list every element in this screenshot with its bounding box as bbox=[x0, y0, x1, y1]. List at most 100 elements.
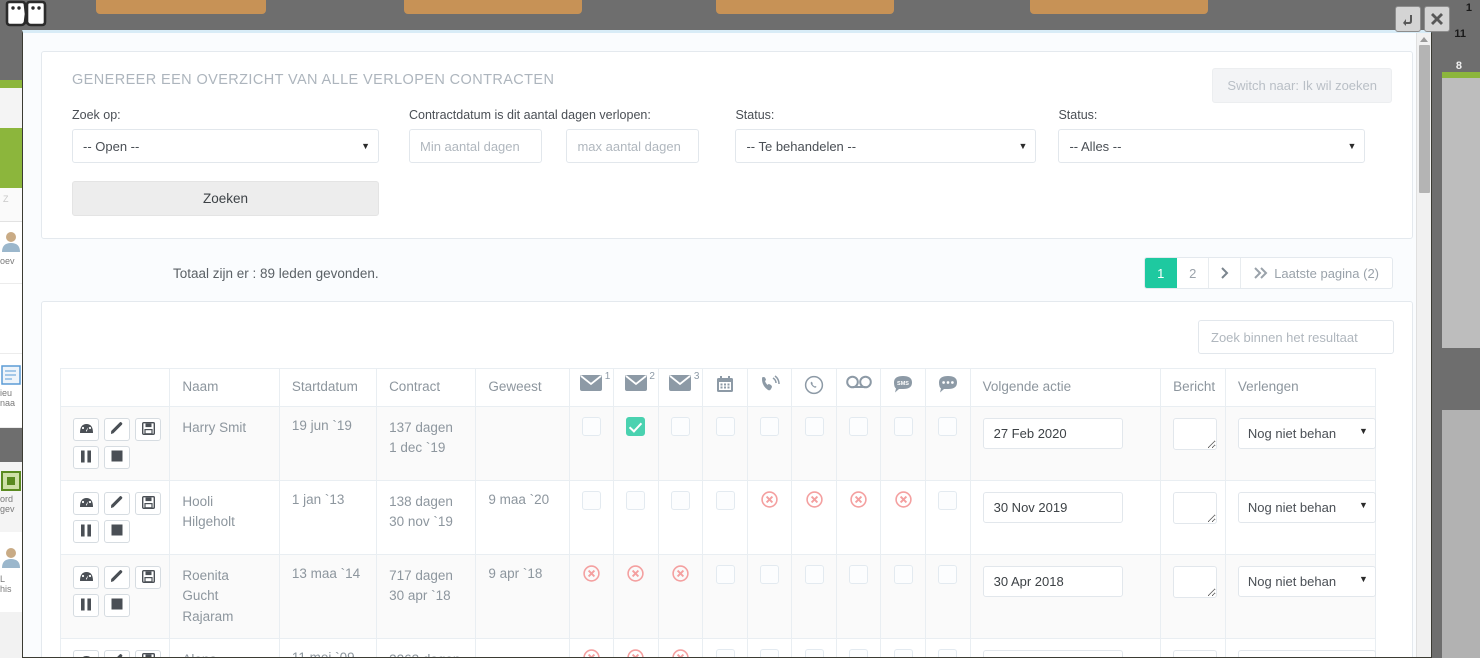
scrollbar-thumb[interactable] bbox=[1418, 45, 1430, 193]
cell-voicemail bbox=[835, 480, 882, 555]
close-button[interactable] bbox=[1424, 6, 1450, 32]
pencil-edit-button[interactable] bbox=[104, 649, 130, 657]
checkbox-whatsapp[interactable] bbox=[804, 565, 824, 584]
filter-row: Zoek op: -- Open -- ▼ Contractdatum is d… bbox=[72, 108, 1392, 163]
col-whatsapp bbox=[791, 368, 837, 407]
pause-button[interactable] bbox=[73, 594, 99, 617]
zoek-op-select[interactable]: -- Open -- bbox=[72, 129, 379, 163]
checkbox-envelope-3[interactable] bbox=[670, 417, 690, 436]
status1-select-wrap: -- Te behandelen -- ▼ bbox=[735, 129, 1037, 163]
volgende-actie-input[interactable] bbox=[982, 492, 1123, 523]
verlengen-select[interactable]: Nog niet behan bbox=[1237, 418, 1376, 449]
bericht-textarea[interactable] bbox=[1173, 492, 1218, 524]
checkbox-sms-bubble[interactable] bbox=[893, 417, 913, 436]
checkbox-envelope-3[interactable] bbox=[670, 491, 690, 510]
pencil-edit-icon bbox=[110, 421, 124, 438]
restore-button[interactable] bbox=[1395, 6, 1421, 32]
next-page-button[interactable] bbox=[1209, 258, 1242, 288]
disabled-x-icon bbox=[583, 565, 600, 585]
cell-geweest bbox=[475, 637, 570, 657]
volgende-actie-input[interactable] bbox=[982, 649, 1123, 657]
floppy-save-button[interactable] bbox=[135, 418, 161, 441]
checkbox-sms-bubble[interactable] bbox=[893, 648, 913, 657]
search-within-input[interactable] bbox=[1198, 320, 1394, 354]
pencil-edit-button[interactable] bbox=[104, 566, 130, 589]
stop-button[interactable] bbox=[104, 520, 130, 543]
status1-select[interactable]: -- Te behandelen -- bbox=[735, 129, 1037, 163]
bericht-textarea[interactable] bbox=[1173, 418, 1218, 450]
checkbox-chat-bubble[interactable] bbox=[938, 648, 958, 657]
checkbox-whatsapp[interactable] bbox=[804, 417, 824, 436]
checkbox-envelope-2[interactable] bbox=[626, 417, 646, 436]
dashboard-gauge-button[interactable] bbox=[73, 566, 99, 589]
modal-scrollbar[interactable] bbox=[1416, 33, 1431, 657]
disabled-x-icon bbox=[672, 565, 689, 585]
col-startdatum: Startdatum bbox=[278, 368, 378, 407]
checkbox-voicemail[interactable] bbox=[849, 417, 869, 436]
checkbox-phone-ringing[interactable] bbox=[760, 648, 780, 657]
checkbox-calendar[interactable] bbox=[715, 648, 735, 657]
checkbox-phone-ringing[interactable] bbox=[760, 565, 780, 584]
last-page-button[interactable]: Laatste pagina (2) bbox=[1241, 258, 1392, 288]
stop-button[interactable] bbox=[104, 446, 130, 469]
dashboard-gauge-button[interactable] bbox=[73, 418, 99, 441]
max-dagen-input[interactable] bbox=[566, 129, 700, 163]
cell-geweest: 9 maa `20 bbox=[475, 480, 570, 555]
pause-button[interactable] bbox=[73, 520, 99, 543]
disabled-x-icon bbox=[627, 565, 645, 585]
status2-label: Status: bbox=[1058, 108, 1098, 122]
stop-button[interactable] bbox=[104, 594, 130, 617]
dashboard-gauge-icon bbox=[79, 570, 94, 585]
checkbox-envelope-1[interactable] bbox=[581, 417, 601, 436]
checkbox-envelope-1[interactable] bbox=[581, 491, 601, 510]
whatsapp-icon bbox=[804, 375, 824, 395]
checkbox-chat-bubble[interactable] bbox=[938, 565, 958, 584]
checkbox-sms-bubble[interactable] bbox=[893, 565, 913, 584]
checkbox-calendar[interactable] bbox=[715, 491, 735, 510]
verlengen-select[interactable]: Nog niet behan bbox=[1237, 649, 1376, 657]
checkbox-chat-bubble[interactable] bbox=[938, 491, 958, 510]
pencil-edit-button[interactable] bbox=[104, 418, 130, 441]
col-chat-bubble bbox=[925, 368, 971, 407]
checkbox-voicemail[interactable] bbox=[849, 648, 869, 657]
checkbox-calendar[interactable] bbox=[715, 565, 735, 584]
cell-startdatum: 19 jun `19 bbox=[278, 406, 378, 481]
pencil-edit-button[interactable] bbox=[104, 492, 130, 515]
cell-envelope-1 bbox=[568, 637, 615, 657]
cell-sms-bubble bbox=[880, 554, 927, 639]
cell-contract: 137 dagen 1 dec `19 bbox=[376, 406, 477, 481]
checkbox-phone-ringing[interactable] bbox=[760, 417, 780, 436]
page-button-2[interactable]: 2 bbox=[1177, 258, 1210, 288]
checkbox-envelope-2[interactable] bbox=[626, 491, 646, 510]
scroll-up-arrow-icon[interactable] bbox=[1420, 37, 1428, 42]
cell-geweest: 9 apr `18 bbox=[475, 554, 570, 639]
page-button-1[interactable]: 1 bbox=[1145, 258, 1178, 288]
bericht-textarea[interactable] bbox=[1173, 566, 1218, 598]
disabled-x-icon bbox=[805, 491, 823, 511]
zoeken-button[interactable]: Zoeken bbox=[72, 181, 379, 216]
volgende-actie-input[interactable] bbox=[982, 418, 1123, 449]
min-dagen-input[interactable] bbox=[409, 129, 542, 163]
bericht-textarea[interactable] bbox=[1173, 649, 1218, 657]
background-tab-2 bbox=[404, 0, 582, 14]
table-row: Hooli Hilgeholt 1 jan `13 138 dagen 30 nov … bbox=[59, 480, 1377, 555]
floppy-save-button[interactable] bbox=[135, 649, 161, 657]
switch-mode-button[interactable]: Switch naar: Ik wil zoeken bbox=[1212, 68, 1392, 103]
status2-select[interactable]: -- Alles -- bbox=[1058, 129, 1366, 163]
col-verlengen: Verlengen bbox=[1224, 368, 1377, 407]
dashboard-gauge-button[interactable] bbox=[73, 492, 99, 515]
floppy-save-button[interactable] bbox=[135, 566, 161, 589]
checkbox-voicemail[interactable] bbox=[849, 565, 869, 584]
checkbox-whatsapp[interactable] bbox=[804, 648, 824, 657]
cell-bericht bbox=[1160, 480, 1226, 555]
pause-button[interactable] bbox=[73, 446, 99, 469]
disabled-x-icon bbox=[850, 491, 867, 511]
cell-startdatum: 11 mei `09 bbox=[278, 637, 378, 657]
checkbox-chat-bubble[interactable] bbox=[938, 417, 958, 436]
verlengen-select[interactable]: Nog niet behan bbox=[1237, 566, 1376, 597]
verlengen-select[interactable]: Nog niet behan bbox=[1237, 492, 1376, 523]
volgende-actie-input[interactable] bbox=[982, 566, 1123, 597]
floppy-save-button[interactable] bbox=[135, 492, 161, 515]
dashboard-gauge-button[interactable] bbox=[73, 649, 99, 657]
checkbox-calendar[interactable] bbox=[715, 417, 735, 436]
